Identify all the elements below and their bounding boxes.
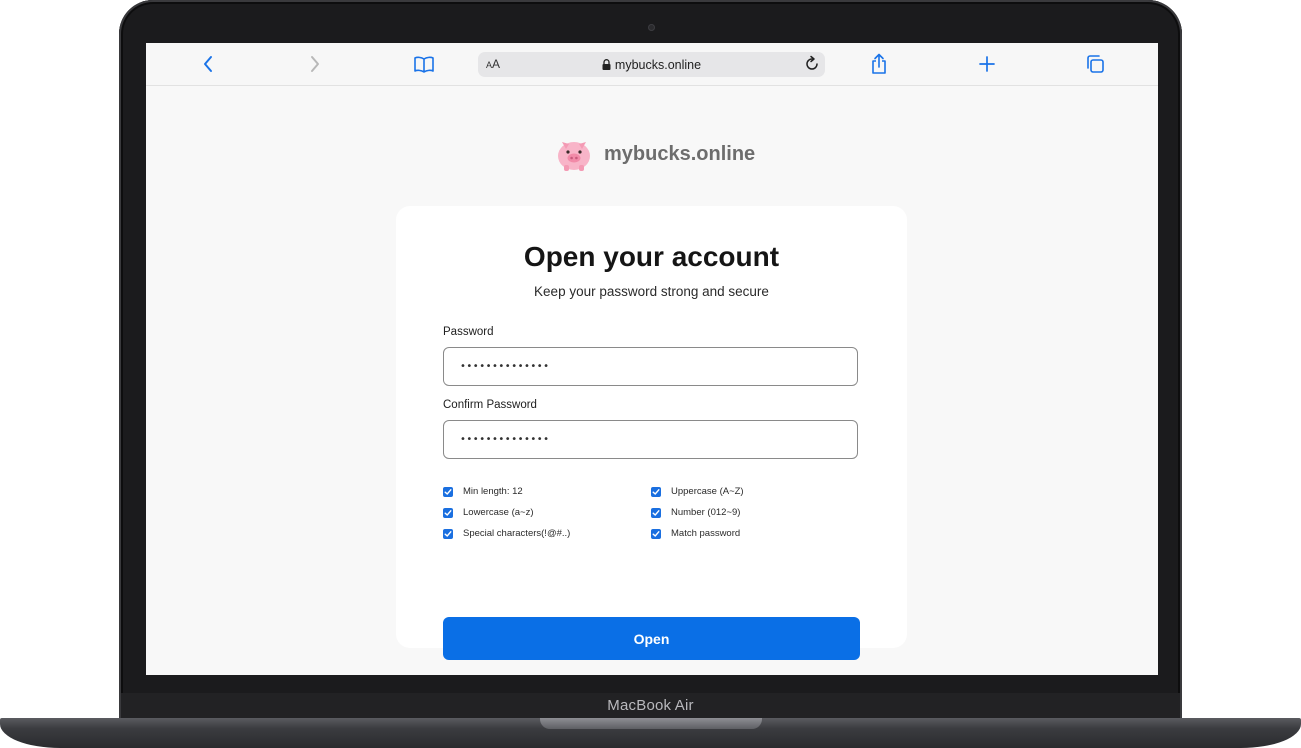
page-title: Open your account xyxy=(523,241,780,272)
camera-icon xyxy=(648,24,655,31)
confirm-password-field[interactable] xyxy=(443,420,858,459)
rule-label: Uppercase (A~Z) xyxy=(671,486,744,497)
piggy-bank-icon xyxy=(558,142,590,171)
rule-label: Match password xyxy=(671,528,741,539)
device-label: MacBook Air xyxy=(607,697,694,714)
rule-label: Lowercase (a~z) xyxy=(463,507,534,518)
share-icon[interactable] xyxy=(867,52,891,76)
password-input[interactable] xyxy=(444,348,857,385)
browser-toolbar: AA mybucks.online xyxy=(146,43,1158,86)
lock-icon xyxy=(602,59,611,70)
checkbox-checked-icon[interactable] xyxy=(651,528,661,539)
tabs-icon[interactable] xyxy=(1083,52,1107,76)
confirm-password-label: Confirm Password xyxy=(443,399,537,411)
checkbox-checked-icon[interactable] xyxy=(443,507,453,518)
password-label: Password xyxy=(443,326,494,338)
reload-icon[interactable] xyxy=(803,55,821,78)
signin-card: Open your account Keep your password str… xyxy=(396,206,907,660)
checkbox-checked-icon[interactable] xyxy=(651,486,661,497)
rule-label: Special characters(!@#..) xyxy=(463,528,571,539)
address-bar[interactable]: AA mybucks.online xyxy=(478,52,825,77)
confirm-password-input[interactable] xyxy=(444,421,857,458)
checkbox-checked-icon[interactable] xyxy=(651,507,661,518)
open-button[interactable]: Open xyxy=(443,617,860,660)
screen: AA mybucks.online mybucks.online Open yo… xyxy=(146,43,1158,675)
rule-lowercase[interactable]: Lowercase (a~z) xyxy=(443,507,534,518)
page-subtitle: Keep your password strong and secure xyxy=(534,284,769,299)
forward-icon[interactable] xyxy=(303,52,327,76)
checkbox-checked-icon[interactable] xyxy=(443,528,453,539)
rule-label: Min length: 12 xyxy=(463,486,523,497)
back-icon[interactable] xyxy=(196,52,220,76)
password-field[interactable] xyxy=(443,347,858,386)
rule-label: Number (012~9) xyxy=(671,507,741,518)
rule-match-password[interactable]: Match password xyxy=(651,528,740,539)
rule-min-length[interactable]: Min length: 12 xyxy=(443,486,523,497)
rule-special-characters[interactable]: Special characters(!@#..) xyxy=(443,528,570,539)
rule-number[interactable]: Number (012~9) xyxy=(651,507,740,518)
brand[interactable]: mybucks.online xyxy=(556,136,755,172)
brand-name: mybucks.online xyxy=(604,142,756,165)
rule-uppercase[interactable]: Uppercase (A~Z) xyxy=(651,486,744,497)
laptop-notch xyxy=(540,718,762,729)
new-tab-icon[interactable] xyxy=(975,52,999,76)
url-text: mybucks.online xyxy=(614,58,702,72)
checkbox-checked-icon[interactable] xyxy=(443,486,453,497)
bookmarks-icon[interactable] xyxy=(412,52,436,76)
